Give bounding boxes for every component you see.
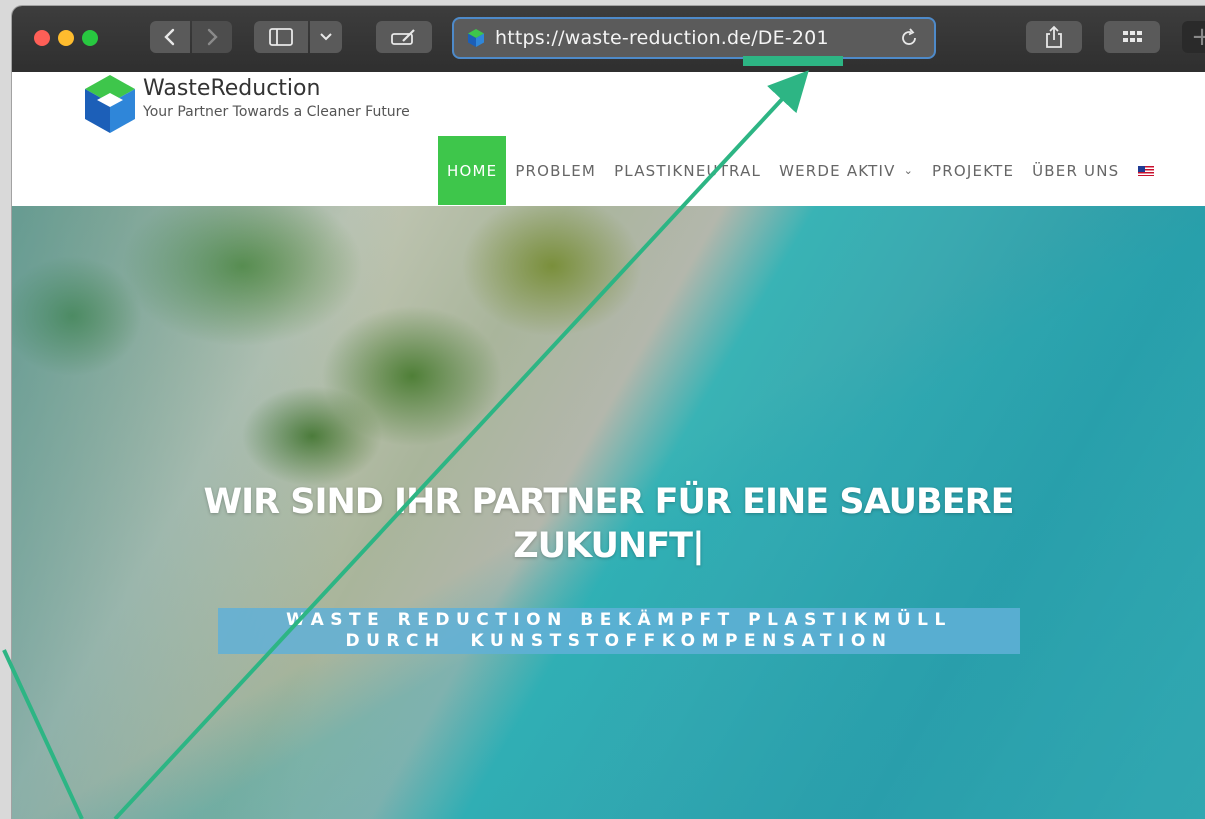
hero-subtitle-line2: DURCH KUNSTSTOFFKOMPENSATION: [345, 631, 893, 651]
grid-icon: [1123, 31, 1142, 42]
nav-problem[interactable]: PROBLEM: [506, 136, 605, 205]
new-tab-button[interactable]: +: [1182, 21, 1205, 53]
chevron-down-icon: ⌄: [903, 164, 915, 177]
share-icon: [1046, 25, 1062, 48]
nav-home[interactable]: HOME: [438, 136, 507, 205]
wastereduction-logo[interactable]: [81, 73, 139, 135]
share-button[interactable]: [1026, 21, 1082, 53]
hero-subtitle: WASTE REDUCTION BEKÄMPFT PLASTIKMÜLL DUR…: [218, 608, 1020, 654]
browser-toolbar: https://waste-reduction.de/DE-201 +: [12, 6, 1205, 73]
hero-title-line1: WIR SIND IHR PARTNER FÜR EINE SAUBERE: [203, 482, 1015, 522]
hero-banner: WIR SIND IHR PARTNER FÜR EINE SAUBERE ZU…: [12, 206, 1205, 819]
hero-title: WIR SIND IHR PARTNER FÜR EINE SAUBERE ZU…: [12, 480, 1205, 568]
main-nav: HOME PROBLEM PLASTIKNEUTRAL WERDE AKTIV ⌄…: [438, 136, 1155, 205]
nav-projekte[interactable]: PROJEKTE: [923, 136, 1023, 205]
reload-icon[interactable]: [898, 27, 920, 49]
close-window-button[interactable]: [34, 30, 50, 46]
chevron-down-icon: [320, 33, 332, 41]
forward-button[interactable]: [192, 21, 232, 53]
nav-label: PROBLEM: [515, 161, 597, 180]
tab-overview-button[interactable]: [1104, 21, 1160, 53]
back-button[interactable]: [150, 21, 190, 53]
nav-label: PLASTIKNEUTRAL: [614, 161, 762, 180]
chevron-right-icon: [207, 28, 218, 46]
nav-label: HOME: [447, 161, 498, 180]
hero-title-line2: ZUKUNFT|: [513, 526, 705, 566]
minimize-window-button[interactable]: [58, 30, 74, 46]
brand-tagline: Your Partner Towards a Cleaner Future: [143, 104, 410, 120]
sidebar-icon: [269, 28, 293, 46]
nav-label: ÜBER UNS: [1032, 161, 1120, 180]
url-highlight-marker: [743, 56, 843, 66]
sidebar-button[interactable]: [254, 21, 308, 53]
nav-label: PROJEKTE: [932, 161, 1015, 180]
zoom-window-button[interactable]: [82, 30, 98, 46]
nav-plastikneutral[interactable]: PLASTIKNEUTRAL: [605, 136, 770, 205]
us-flag-icon[interactable]: [1138, 165, 1155, 176]
sidebar-menu-button[interactable]: [310, 21, 342, 53]
compose-button[interactable]: [376, 21, 432, 53]
nav-ueber-uns[interactable]: ÜBER UNS: [1023, 136, 1128, 205]
hero-subtitle-line1: WASTE REDUCTION BEKÄMPFT PLASTIKMÜLL: [286, 610, 952, 630]
nav-werde-aktiv[interactable]: WERDE AKTIV ⌄: [770, 136, 923, 205]
compose-icon: [391, 29, 415, 45]
address-bar[interactable]: https://waste-reduction.de/DE-201: [452, 17, 936, 59]
wastereduction-favicon: [468, 29, 484, 47]
nav-label: WERDE AKTIV: [779, 161, 896, 180]
address-url: https://waste-reduction.de/DE-201: [495, 27, 829, 49]
chevron-left-icon: [164, 28, 175, 46]
brand-name[interactable]: WasteReduction: [143, 76, 320, 101]
